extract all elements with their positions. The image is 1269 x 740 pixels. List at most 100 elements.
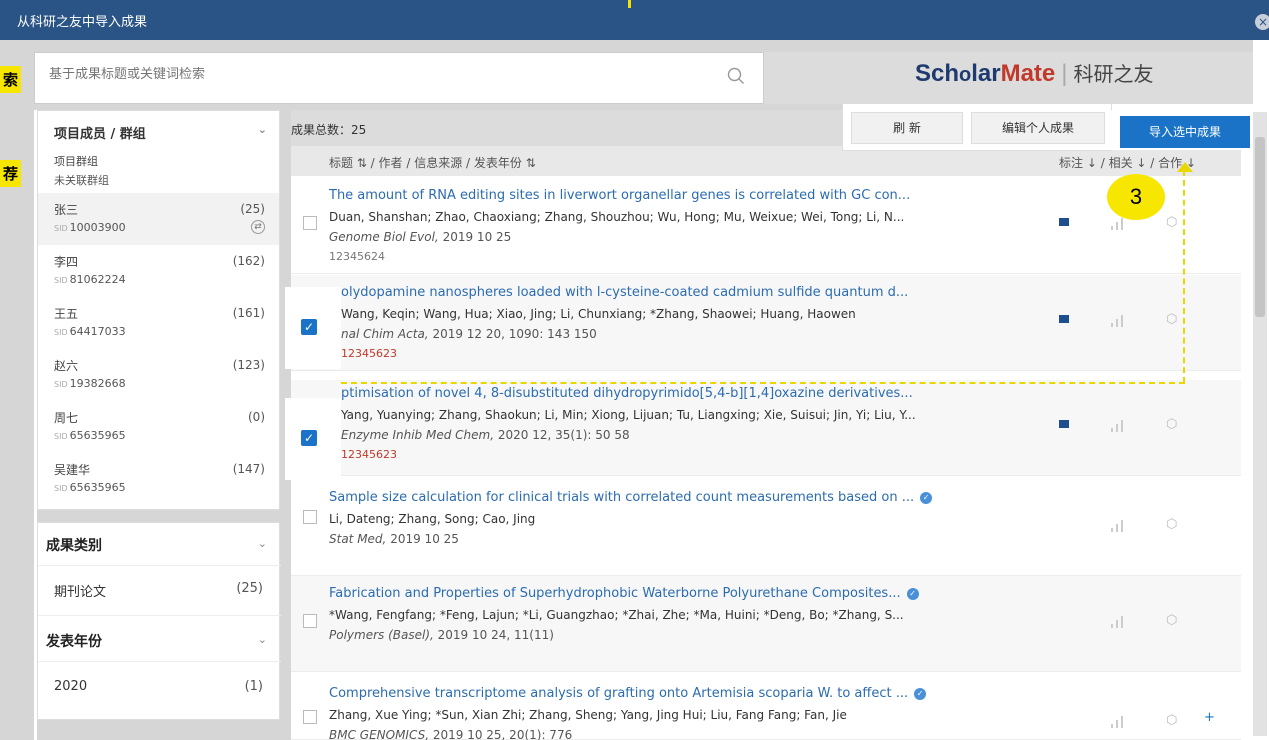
row-checkbox-checked[interactable]: ✓	[301, 430, 317, 446]
achievement-code: 12345624	[329, 250, 385, 263]
scrollbar[interactable]	[1253, 112, 1267, 736]
search-icon[interactable]	[727, 67, 745, 85]
table-row: ptimisation of novel 4, 8-disubstituted …	[291, 380, 1241, 476]
divider	[38, 661, 281, 662]
relevance-bars-icon	[1111, 714, 1127, 728]
window-titlebar: 从科研之友中导入成果 ×	[0, 0, 1269, 40]
row-checkbox[interactable]	[303, 216, 317, 230]
authors: Li, Dateng; Zhang, Song; Cao, Jing	[329, 512, 536, 526]
category-filter-item[interactable]: 期刊论文	[54, 581, 106, 600]
journal-info: nal Chim Acta, 2019 12 20, 1090: 143 150	[341, 327, 597, 341]
search-input[interactable]	[49, 67, 689, 82]
search-annotation-tag: 索	[0, 66, 22, 93]
authors: *Wang, Fengfang; *Feng, Lajun; *Li, Guan…	[329, 608, 904, 622]
window-title: 从科研之友中导入成果	[17, 15, 148, 30]
sidebar-item-project-group[interactable]: 项目群组 未关联群组	[38, 147, 279, 193]
import-button-area: 导入选中成果	[1110, 110, 1256, 150]
checked-row-highlight: ✓	[285, 287, 341, 369]
journal-info: BMC GENOMICS, 2019 10 25, 20(1): 776	[329, 728, 573, 740]
tag-icon[interactable]: ⬡	[1166, 215, 1177, 230]
flag-icon[interactable]	[1059, 420, 1069, 428]
table-row: Fabrication and Properties of Superhydro…	[291, 576, 1241, 672]
edit-achievements-button[interactable]: 编辑个人成果	[971, 112, 1105, 144]
recommend-annotation-tag: 荐	[0, 160, 22, 187]
table-row: The amount of RNA editing sites in liver…	[291, 178, 1241, 274]
chevron-down-icon[interactable]: ⌄	[258, 633, 267, 646]
row-checkbox[interactable]	[303, 710, 317, 724]
flag-icon[interactable]	[1059, 218, 1069, 226]
achievement-title-link[interactable]: Comprehensive transcriptome analysis of …	[329, 686, 927, 701]
member-sidebar: 项目成员 / 群组 ⌄ 项目群组 未关联群组 张三 SID 10003900 (25…	[37, 110, 280, 510]
import-selected-button[interactable]: 导入选中成果	[1120, 116, 1250, 148]
flag-icon[interactable]	[1059, 315, 1069, 323]
table-row: Comprehensive transcriptome analysis of …	[291, 676, 1241, 740]
divider	[38, 615, 281, 616]
member-sidebar-header[interactable]: 项目成员 / 群组 ⌄	[38, 111, 279, 147]
table-row: Sample size calculation for clinical tri…	[291, 480, 1241, 576]
sidebar-item-member[interactable]: 吴建华 SID 65635965 (147)	[38, 453, 279, 505]
authors: Yang, Yuanying; Zhang, Shaokun; Li, Min;…	[341, 408, 916, 422]
search-box	[34, 52, 764, 104]
sidebar-item-member[interactable]: 张三 SID 10003900 (25) ⇄	[38, 193, 279, 245]
category-filter-count: (25)	[236, 581, 263, 596]
tag-icon[interactable]: ⬡	[1166, 613, 1177, 628]
dim-bottom-left	[37, 720, 280, 740]
annotation-arrow-icon	[1177, 162, 1193, 172]
category-filter-header[interactable]: 成果类别	[46, 535, 102, 555]
tag-icon[interactable]: ⬡	[1166, 312, 1177, 327]
scroll-thumb[interactable]	[1255, 137, 1265, 317]
verified-icon: ✓	[914, 687, 927, 700]
authors: Zhang, Xue Ying; *Sun, Xian Zhi; Zhang, …	[329, 708, 847, 722]
dim-top-band	[34, 40, 1253, 52]
close-icon[interactable]: ×	[1255, 14, 1269, 30]
achievement-code: 12345623	[341, 448, 397, 461]
relevance-bars-icon	[1111, 518, 1127, 532]
scholarmate-logo: ScholarMate | 科研之友	[915, 60, 1154, 87]
results-total: 成果总数：25	[291, 123, 367, 137]
sidebar-item-member[interactable]: 周七 SID 65635965 (0)	[38, 401, 279, 453]
journal-info: Enzyme Inhib Med Chem, 2020 12, 35(1): 5…	[341, 428, 630, 442]
authors: Duan, Shanshan; Zhao, Chaoxiang; Zhang, …	[329, 210, 905, 224]
annotation-dashed-line	[1183, 170, 1185, 383]
refresh-button[interactable]: 刷 新	[851, 112, 963, 144]
year-filter-count: (1)	[244, 679, 263, 694]
link-icon[interactable]: ⇄	[251, 220, 265, 234]
journal-info: Stat Med, 2019 10 25	[329, 532, 459, 546]
divider	[38, 565, 281, 566]
year-filter-header[interactable]: 发表年份	[46, 631, 102, 651]
journal-info: Polymers (Basel), 2019 10 24, 11(11)	[329, 628, 554, 642]
annotation-dashed-line	[341, 382, 1185, 384]
checked-row-highlight: ✓	[285, 398, 341, 480]
action-button-area: 刷 新 编辑个人成果	[842, 103, 1112, 151]
achievement-title-link[interactable]: ptimisation of novel 4, 8-disubstituted …	[341, 386, 913, 401]
authors: Wang, Keqin; Wang, Hua; Xiao, Jing; Li, …	[341, 307, 856, 321]
relevance-bars-icon	[1111, 614, 1127, 628]
achievement-title-link[interactable]: Fabrication and Properties of Superhydro…	[329, 586, 919, 601]
year-filter-item[interactable]: 2020	[54, 679, 87, 694]
verified-icon: ✓	[920, 491, 933, 504]
relevance-bars-icon	[1111, 313, 1127, 327]
tag-icon[interactable]: ⬡	[1166, 417, 1177, 432]
row-checkbox[interactable]	[303, 510, 317, 524]
yellow-arrow-marker	[628, 0, 631, 8]
achievement-title-link[interactable]: Sample size calculation for clinical tri…	[329, 490, 933, 505]
sidebar-item-member[interactable]: 赵六 SID 19382668 (123)	[38, 349, 279, 401]
sort-column-headers[interactable]: 标注 ↓ / 相关 ↓ / 合作 ↓	[1059, 154, 1196, 171]
tag-icon[interactable]: ⬡	[1166, 713, 1177, 728]
filter-panel: 成果类别 ⌄ 期刊论文 (25) 发表年份 ⌄ 2020 (1)	[37, 522, 281, 720]
column-headers[interactable]: 标题 ⇅ / 作者 / 信息来源 / 发表年份 ⇅	[329, 154, 536, 171]
add-icon[interactable]: +	[1204, 710, 1215, 725]
verified-icon: ✓	[906, 587, 919, 600]
row-checkbox-checked[interactable]: ✓	[301, 319, 317, 335]
achievement-title-link[interactable]: olydopamine nanospheres loaded with l-cy…	[341, 285, 908, 300]
row-checkbox[interactable]	[303, 614, 317, 628]
chevron-down-icon[interactable]: ⌄	[258, 537, 267, 550]
sidebar-item-member[interactable]: 王五 SID 64417033 (161)	[38, 297, 279, 349]
achievement-title-link[interactable]: The amount of RNA editing sites in liver…	[329, 188, 910, 203]
sidebar-item-member[interactable]: 李四 SID 81062224 (162)	[38, 245, 279, 297]
achievement-code: 12345623	[341, 347, 397, 360]
tag-icon[interactable]: ⬡	[1166, 517, 1177, 532]
journal-info: Genome Biol Evol, 2019 10 25	[329, 230, 512, 244]
relevance-bars-icon	[1111, 418, 1127, 432]
dim-between-sidebar	[37, 510, 280, 522]
